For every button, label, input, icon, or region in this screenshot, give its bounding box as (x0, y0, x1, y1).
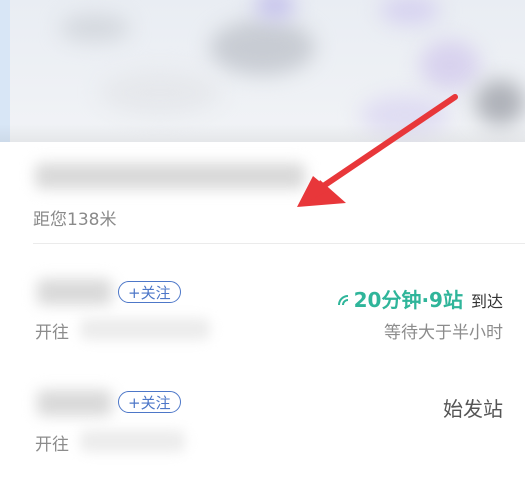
map-view[interactable] (0, 0, 525, 142)
arrival-info: 20分钟·9站 到达 (336, 284, 503, 313)
route-destination-blurred (80, 318, 210, 340)
map-edge (0, 0, 10, 142)
route-direction-label: 开往 (35, 323, 69, 343)
divider (33, 243, 525, 244)
follow-button[interactable]: +关注 (118, 391, 181, 413)
map-blur-shape (420, 40, 480, 90)
route-destination-blurred (80, 430, 185, 452)
map-blur-shape (380, 0, 440, 25)
wait-note: 等待大于半小时 (384, 323, 503, 343)
map-shadow (0, 124, 525, 142)
route-name-blurred[interactable] (37, 390, 112, 416)
route-name-blurred[interactable] (37, 279, 112, 305)
follow-button[interactable]: +关注 (118, 281, 181, 303)
map-blur-shape (475, 80, 525, 125)
origin-station-status: 始发站 (443, 397, 503, 421)
arrival-eta: 20分钟·9站 (353, 288, 463, 312)
map-blur-shape (210, 20, 315, 75)
stop-distance: 距您138米 (33, 210, 117, 230)
map-blur-shape (100, 70, 220, 115)
signal-icon (336, 293, 352, 311)
map-blur-shape (255, 0, 295, 20)
map-blur-shape (60, 14, 130, 42)
arrival-suffix: 到达 (470, 292, 503, 311)
route-direction-label: 开往 (35, 435, 69, 455)
stop-name-blurred (35, 163, 305, 189)
